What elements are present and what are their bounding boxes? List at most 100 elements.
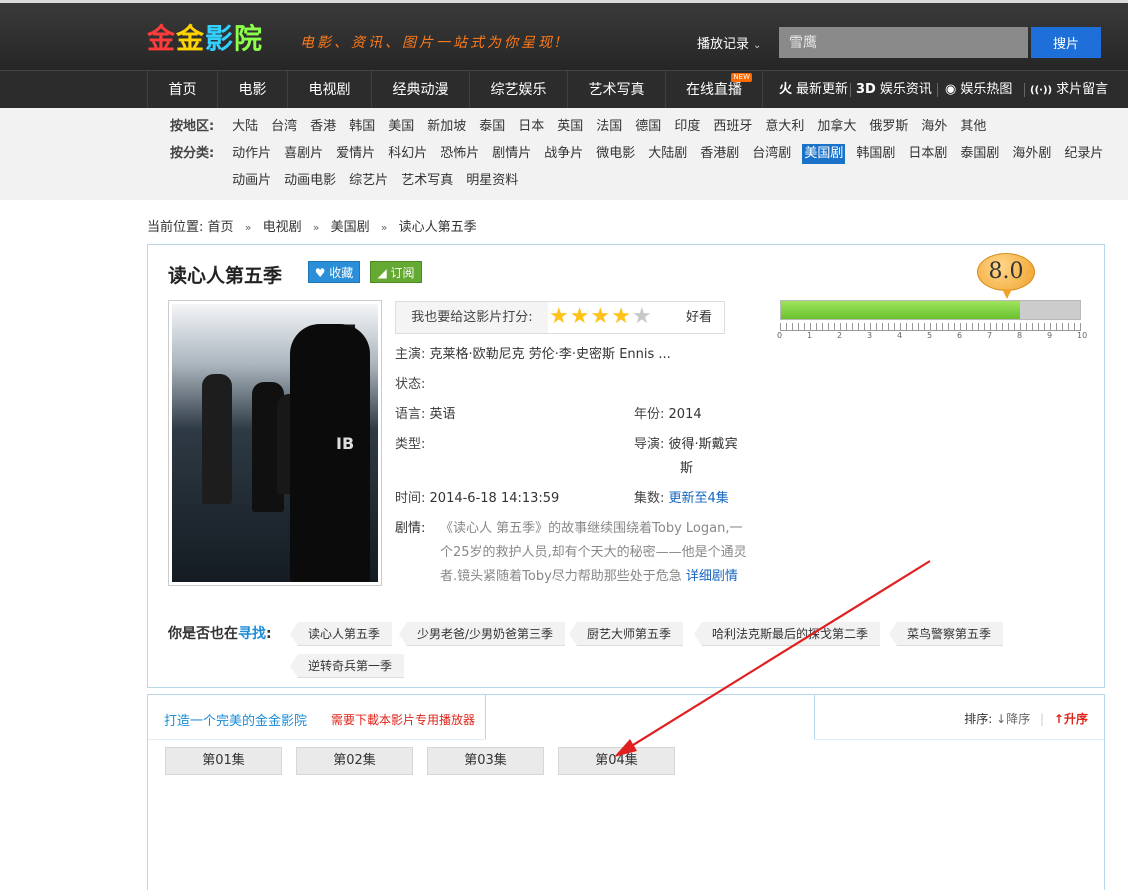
nav-item-home[interactable]: 首页: [147, 71, 217, 109]
star-icon[interactable]: ★: [570, 304, 591, 329]
episode-button[interactable]: 第03集: [427, 747, 544, 775]
related-tag[interactable]: 哈利法克斯最后的探戈第二季: [694, 622, 881, 646]
region-option[interactable]: 香港: [308, 117, 338, 137]
genre-filter-row-2: 动画片 动画电影 综艺片 艺术写真 明星资料: [170, 171, 529, 191]
nav-link-request[interactable]: ((·)) 求片留言: [1030, 71, 1108, 109]
tab-player[interactable]: 打造一个完美的金金影院: [164, 710, 307, 729]
sort-asc-label: 升序: [1063, 712, 1088, 726]
breadcrumb-home[interactable]: 首页: [208, 220, 234, 235]
breadcrumb-us-tv[interactable]: 美国剧: [331, 220, 370, 235]
poster[interactable]: 5 IB: [168, 300, 382, 586]
logo-char: 金: [176, 22, 206, 55]
search-button[interactable]: 搜片: [1031, 27, 1101, 58]
genre-option[interactable]: 综艺片: [347, 171, 390, 191]
region-option[interactable]: 西班牙: [711, 117, 754, 137]
favorite-button[interactable]: ♥ 收藏: [308, 261, 360, 283]
episode-button[interactable]: 第02集: [296, 747, 413, 775]
region-option[interactable]: 德国: [633, 117, 663, 137]
breadcrumb-tv[interactable]: 电视剧: [263, 220, 302, 235]
related-tag[interactable]: 读心人第五季: [290, 622, 393, 646]
genre-option[interactable]: 恐怖片: [438, 144, 481, 164]
related-tag[interactable]: 逆转奇兵第一季: [290, 654, 405, 678]
genre-option[interactable]: 香港剧: [698, 144, 741, 164]
genre-option[interactable]: 泰国剧: [958, 144, 1001, 164]
genre-option[interactable]: 动画电影: [282, 171, 338, 191]
related-tag[interactable]: 菜鸟警察第五季: [889, 622, 1004, 646]
genre-option[interactable]: 明星资料: [464, 171, 520, 191]
episode-button-4[interactable]: 第04集: [558, 747, 675, 775]
episode-button[interactable]: 第01集: [165, 747, 282, 775]
plot-more-link[interactable]: 详细剧情: [686, 569, 738, 584]
sort-asc-button[interactable]: ↑升序: [1054, 712, 1088, 726]
subscribe-button[interactable]: ◢ 订阅: [370, 261, 422, 283]
genre-option[interactable]: 动画片: [230, 171, 273, 191]
search-input[interactable]: [779, 27, 1028, 58]
download-player-link[interactable]: 需要下載本影片专用播放器: [331, 711, 475, 728]
region-filter-label: 按地区:: [170, 119, 215, 134]
genre-option[interactable]: 台湾剧: [750, 144, 793, 164]
divider: |: [1040, 712, 1045, 726]
region-option[interactable]: 其他: [958, 117, 988, 137]
genre-option[interactable]: 动作片: [230, 144, 273, 164]
region-option[interactable]: 美国: [386, 117, 416, 137]
nav-item-anime[interactable]: 经典动漫: [371, 71, 469, 109]
nav-link-label: 娱乐资讯: [879, 82, 932, 97]
sort-desc-button[interactable]: ↓降序: [996, 712, 1030, 726]
tab-active-blank[interactable]: [485, 694, 815, 740]
related-label-prefix: 你是否也在: [168, 626, 238, 642]
actors-row: 主演: 克莱格·欧勒尼克 劳伦·李·史密斯 Ennis ...: [395, 343, 725, 367]
nav-link-hot[interactable]: ◉ 娱乐热图: [945, 71, 1012, 109]
region-option[interactable]: 法国: [594, 117, 624, 137]
site-logo[interactable]: 金金影院: [147, 21, 263, 57]
genre-option[interactable]: 科幻片: [386, 144, 429, 164]
nav-item-tv[interactable]: 电视剧: [287, 71, 371, 109]
score-ruler: [780, 323, 1081, 331]
star-icon[interactable]: ★: [611, 304, 632, 329]
divider: [937, 83, 938, 97]
region-option[interactable]: 印度: [672, 117, 702, 137]
genre-option[interactable]: 美国剧: [802, 144, 846, 164]
genre-option[interactable]: 韩国剧: [854, 144, 897, 164]
nav-item-live[interactable]: 在线直播 NEW: [665, 71, 763, 109]
poster-figure: IB: [290, 324, 370, 582]
genre-option[interactable]: 爱情片: [334, 144, 377, 164]
region-option[interactable]: 俄罗斯: [867, 117, 910, 137]
region-option[interactable]: 新加坡: [425, 117, 468, 137]
region-option[interactable]: 日本: [516, 117, 546, 137]
genre-option[interactable]: 海外剧: [1010, 144, 1053, 164]
breadcrumb-current: 读心人第五季: [398, 220, 477, 235]
genre-option[interactable]: 微电影: [594, 144, 637, 164]
genre-option[interactable]: 日本剧: [906, 144, 949, 164]
nav-item-art[interactable]: 艺术写真: [567, 71, 665, 109]
region-option[interactable]: 泰国: [477, 117, 507, 137]
genre-option[interactable]: 艺术写真: [399, 171, 455, 191]
year-row: 年份: 2014: [634, 403, 702, 427]
region-option[interactable]: 海外: [919, 117, 949, 137]
related-tag[interactable]: 少男老爸/少男奶爸第三季: [399, 622, 566, 646]
nav-item-movies[interactable]: 电影: [217, 71, 287, 109]
history-dropdown[interactable]: 播放记录 ⌄: [697, 33, 761, 52]
star-icon[interactable]: ★: [590, 304, 611, 329]
genre-option[interactable]: 纪录片: [1062, 144, 1105, 164]
episodes-link[interactable]: 更新至4集: [669, 491, 729, 506]
region-option[interactable]: 台湾: [269, 117, 299, 137]
genre-option[interactable]: 大陆剧: [646, 144, 689, 164]
nav-link-news[interactable]: 3D 娱乐资讯: [856, 71, 932, 109]
region-option[interactable]: 大陆: [230, 117, 260, 137]
related-tag[interactable]: 厨艺大师第五季: [569, 622, 684, 646]
genre-option[interactable]: 喜剧片: [282, 144, 325, 164]
region-option[interactable]: 英国: [555, 117, 585, 137]
region-option[interactable]: 加拿大: [815, 117, 858, 137]
nav-link-latest[interactable]: 火最新更新: [779, 71, 848, 109]
ruler-tick-label: 9: [1047, 331, 1053, 340]
score-bubble: 8.0: [977, 253, 1035, 299]
region-option[interactable]: 意大利: [763, 117, 806, 137]
language-label: 语言:: [395, 407, 426, 422]
genre-option[interactable]: 剧情片: [490, 144, 533, 164]
type-row: 类型:: [395, 433, 425, 457]
star-icon[interactable]: ★: [549, 304, 570, 329]
star-icon[interactable]: ★: [632, 304, 653, 329]
region-option[interactable]: 韩国: [347, 117, 377, 137]
nav-item-variety[interactable]: 综艺娱乐: [469, 71, 567, 109]
genre-option[interactable]: 战争片: [542, 144, 585, 164]
